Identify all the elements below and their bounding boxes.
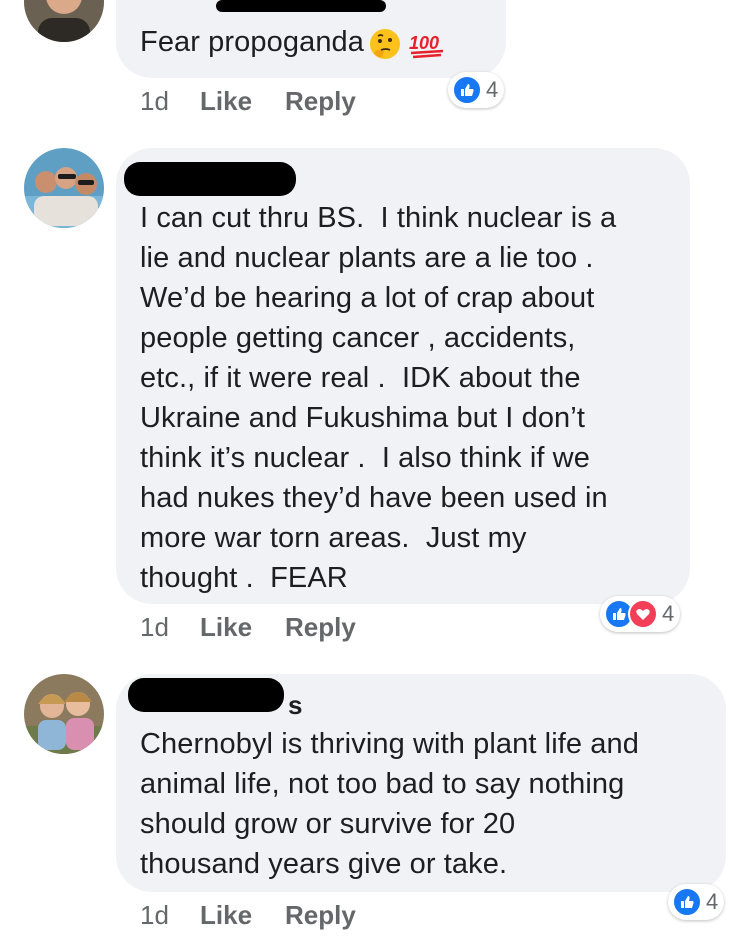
thinking-face-icon	[368, 27, 402, 66]
avatar[interactable]	[24, 0, 104, 42]
reply-button[interactable]: Reply	[285, 86, 356, 117]
comment-bubble: s Chernobyl is thriving with plant life …	[116, 674, 726, 892]
redacted-name	[216, 0, 386, 12]
redacted-name	[128, 678, 284, 712]
reaction-summary[interactable]: 4	[600, 596, 681, 632]
reaction-summary[interactable]: 4	[668, 884, 725, 920]
like-button[interactable]: Like	[200, 86, 252, 117]
redacted-name	[124, 162, 296, 196]
reply-button[interactable]: Reply	[285, 900, 356, 931]
hundred-points-icon: 100	[407, 27, 447, 66]
timestamp[interactable]: 1d	[140, 900, 169, 931]
timestamp[interactable]: 1d	[140, 86, 169, 117]
svg-text:100: 100	[409, 33, 439, 53]
avatar-photo	[24, 0, 104, 42]
reaction-count: 4	[662, 601, 675, 626]
commenter-name[interactable]: s	[288, 690, 302, 721]
reaction-summary[interactable]: 4	[448, 72, 505, 108]
comment-bubble: I can cut thru BS. I think nuclear is a …	[116, 148, 690, 604]
avatar[interactable]	[24, 674, 104, 754]
comment-bubble: Fear propoganda 100	[116, 0, 506, 78]
comment-text: I can cut thru BS. I think nuclear is a …	[140, 202, 617, 594]
reaction-count: 4	[706, 889, 719, 914]
comment-text: Fear propoganda	[140, 26, 364, 58]
love-reaction-icon	[628, 599, 658, 629]
avatar[interactable]	[24, 148, 104, 228]
comment-text: Chernobyl is thriving with plant life an…	[140, 728, 639, 880]
like-reaction-icon	[672, 887, 702, 917]
reaction-count: 4	[486, 77, 499, 102]
like-button[interactable]: Like	[200, 900, 252, 931]
like-button[interactable]: Like	[200, 612, 252, 643]
avatar-photo	[24, 674, 104, 754]
like-reaction-icon	[452, 75, 482, 105]
avatar-photo	[24, 148, 104, 228]
reply-button[interactable]: Reply	[285, 612, 356, 643]
timestamp[interactable]: 1d	[140, 612, 169, 643]
